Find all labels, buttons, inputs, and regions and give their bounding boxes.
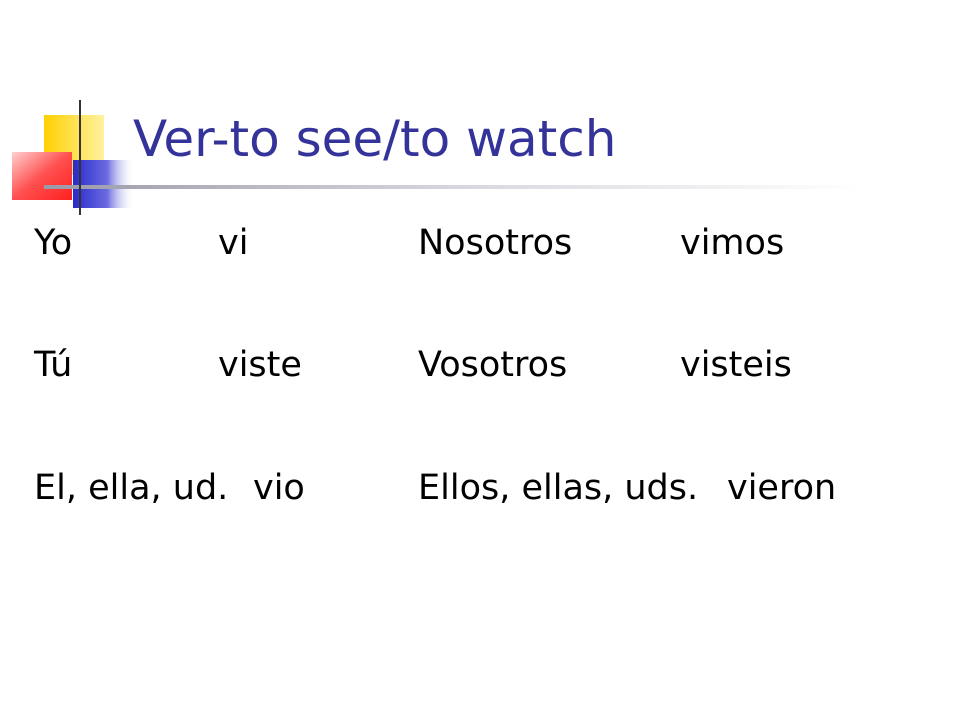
form-visteis: visteis	[680, 345, 792, 385]
form-vimos: vimos	[680, 223, 785, 263]
form-vieron: vieron	[727, 468, 837, 508]
subject-tu: Tú	[34, 345, 73, 385]
subject-ellos-ellas-uds: Ellos, ellas, uds.	[418, 468, 699, 508]
subject-nosotros: Nosotros	[418, 223, 573, 263]
form-viste: viste	[218, 345, 302, 385]
form-vio: vio	[253, 468, 305, 508]
slide-title: Ver-to see/to watch	[133, 110, 617, 168]
blue-square-icon	[73, 160, 135, 208]
red-square-icon	[12, 152, 72, 200]
subject-vosotros: Vosotros	[418, 345, 568, 385]
title-underline	[44, 185, 864, 189]
subject-el-ella-ud: El, ella, ud.	[34, 468, 229, 508]
subject-yo: Yo	[34, 223, 73, 263]
vertical-accent-line	[79, 100, 81, 215]
form-vi: vi	[218, 223, 249, 263]
